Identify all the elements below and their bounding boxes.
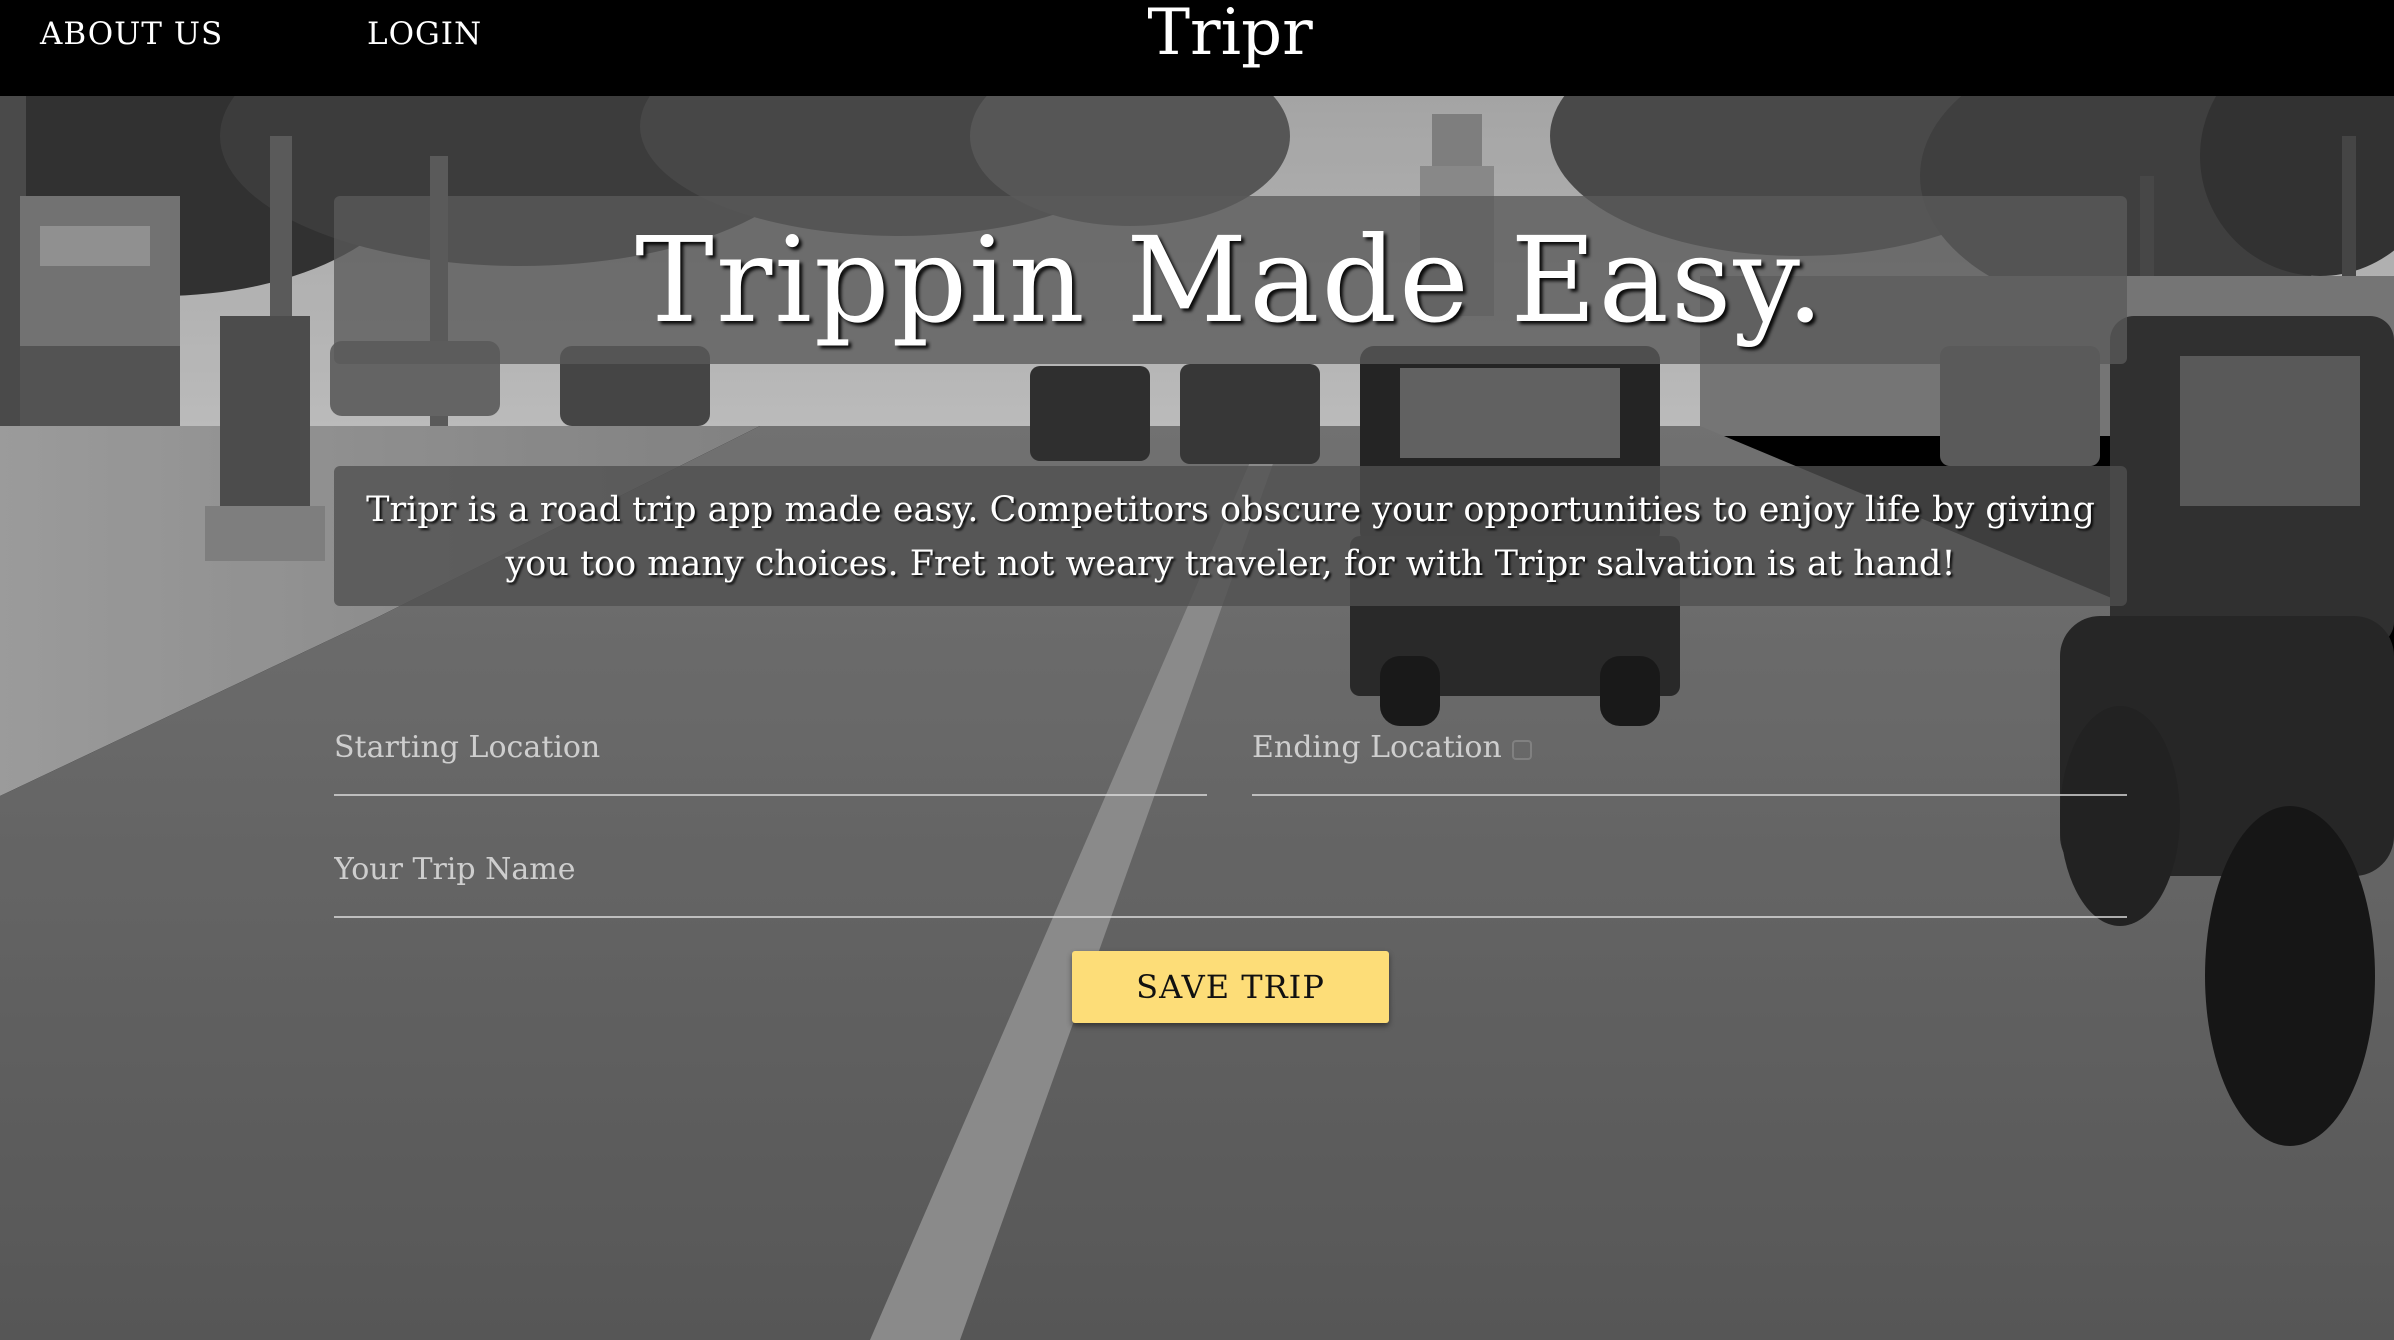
hero-description: Tripr is a road trip app made easy. Comp… [366, 490, 2095, 584]
headline-panel: Trippin Made Easy. [334, 196, 2127, 364]
trip-name-input[interactable] [334, 822, 2127, 918]
brand-logo[interactable]: Tripr [0, 0, 2394, 66]
top-navbar: ABOUT US LOGIN Tripr [0, 0, 2394, 96]
description-panel: Tripr is a road trip app made easy. Comp… [334, 466, 2127, 606]
ending-location-input[interactable] [1252, 700, 2127, 796]
hero-headline: Trippin Made Easy. [635, 211, 1826, 349]
starting-location-input[interactable] [334, 700, 1207, 796]
page: ABOUT US LOGIN Tripr Trippin Made Easy. … [0, 0, 2394, 1340]
save-trip-button[interactable]: SAVE TRIP [1072, 951, 1389, 1023]
